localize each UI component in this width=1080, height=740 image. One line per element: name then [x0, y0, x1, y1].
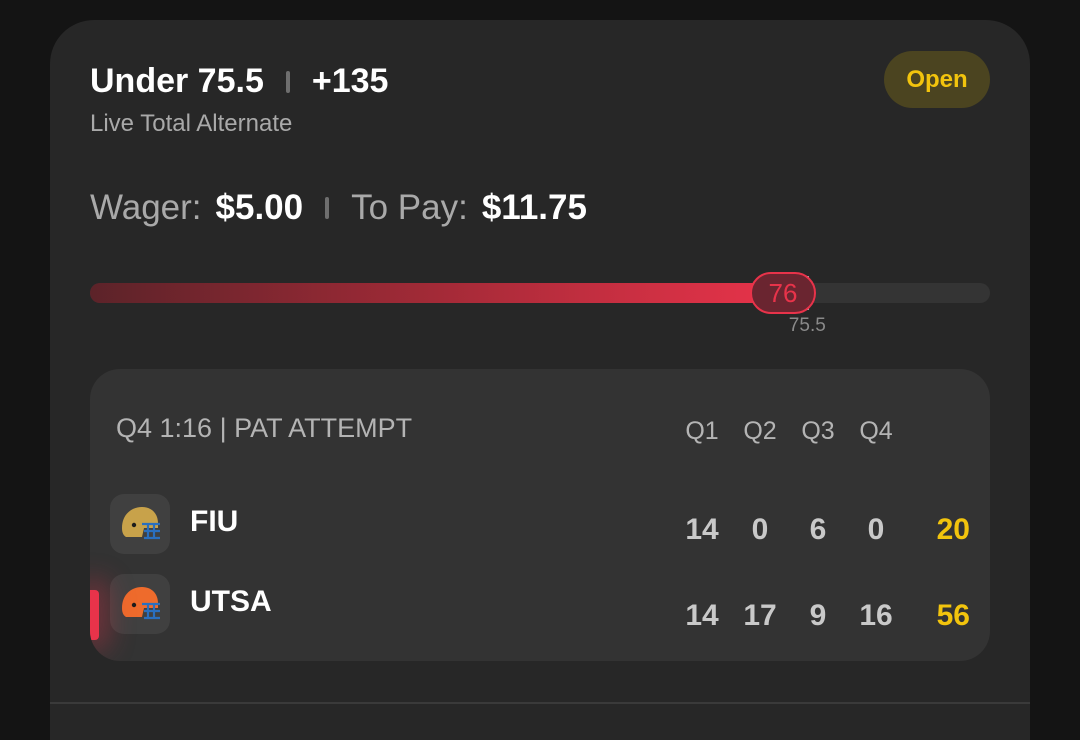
wager-value: $5.00	[215, 188, 304, 227]
wager-label: Wager:	[90, 188, 202, 227]
team-row-utsa: UTSA 14 17 9 16 56	[90, 571, 990, 641]
score-utsa-q1: 14	[685, 599, 719, 632]
quarter-header-q1: Q1	[685, 417, 719, 445]
possession-indicator	[90, 590, 99, 640]
football-helmet-icon	[122, 507, 160, 540]
progress-fill	[90, 283, 783, 303]
bet-selection: Under 75.5	[90, 62, 264, 100]
line-label: 75.5	[788, 315, 826, 336]
team-logo-fiu	[110, 494, 170, 554]
game-status: Q4 1:16 | PAT ATTEMPT	[116, 413, 413, 443]
score-fiu-q2: 0	[751, 513, 769, 546]
score-fiu-q1: 14	[685, 513, 719, 546]
to-pay-label: To Pay:	[351, 188, 468, 227]
score-utsa-q4: 16	[859, 599, 893, 632]
team-row-fiu: FIU 14 0 6 0 20	[90, 491, 990, 561]
quarter-header-q2: Q2	[743, 417, 777, 445]
quarter-header-q4: Q4	[859, 417, 893, 445]
to-pay-value: $11.75	[481, 188, 587, 227]
bet-card: Under 75.5 +135 Live Total Alternate Ope…	[50, 20, 1030, 740]
total-fiu: 20	[936, 513, 970, 546]
quarter-header-q3: Q3	[801, 417, 835, 445]
wager-row: Wager: $5.00 To Pay: $11.75	[90, 188, 587, 228]
scoreboard: Q4 1:16 | PAT ATTEMPT Q1 Q2 Q3 Q4 FIU 14…	[90, 369, 990, 661]
current-total-pill: 76	[750, 272, 816, 314]
status-badge: Open	[884, 51, 990, 108]
score-utsa-q3: 9	[809, 599, 827, 632]
score-fiu-q3: 6	[809, 513, 827, 546]
progress-track	[90, 283, 990, 303]
football-helmet-icon	[122, 587, 160, 620]
total-utsa: 56	[936, 599, 970, 632]
bet-odds: +135	[311, 62, 389, 100]
title-separator	[285, 70, 290, 93]
bet-title: Under 75.5 +135	[90, 62, 388, 101]
score-utsa-q2: 17	[743, 599, 777, 632]
team-logo-utsa	[110, 574, 170, 634]
wager-separator	[325, 197, 330, 219]
market-name: Live Total Alternate	[90, 110, 293, 137]
score-fiu-q4: 0	[867, 513, 885, 546]
team-name-utsa: UTSA	[190, 585, 272, 618]
team-name-fiu: FIU	[190, 505, 239, 538]
divider	[50, 702, 1030, 704]
